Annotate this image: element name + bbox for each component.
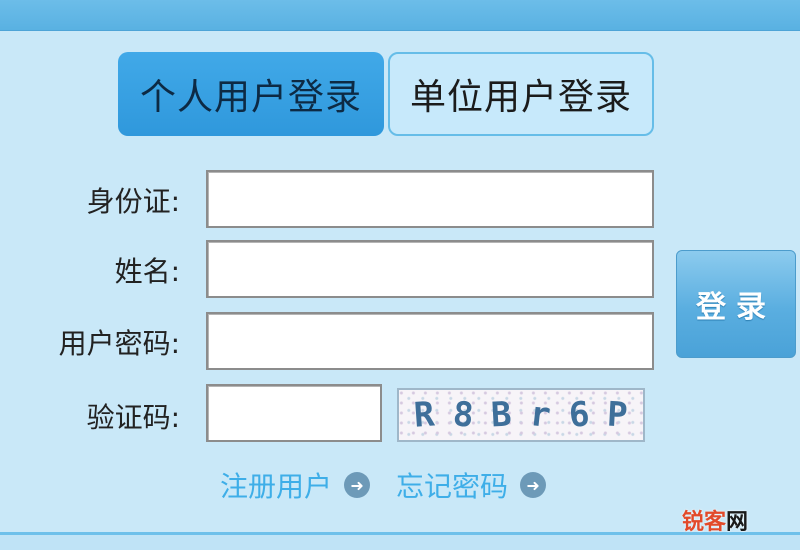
- forgot-password-link[interactable]: 忘记密码 ➜: [396, 465, 547, 505]
- login-button[interactable]: 登录: [676, 250, 796, 358]
- watermark-part-1: 锐客: [682, 510, 727, 535]
- name-label: 姓名:: [114, 255, 180, 288]
- tab-company-login[interactable]: 单位用户登录: [388, 52, 654, 136]
- captcha-char: 6: [566, 394, 591, 436]
- site-watermark: 锐客 网: [682, 505, 748, 535]
- captcha-char: r: [528, 394, 553, 436]
- name-input[interactable]: [206, 240, 654, 298]
- top-banner: [0, 0, 800, 31]
- circle-arrow-right-icon: ➜: [344, 472, 371, 498]
- id-card-label: 身份证:: [86, 185, 180, 218]
- login-button-label: 登录: [696, 290, 776, 325]
- forgot-password-link-label: 忘记密码: [396, 470, 509, 503]
- bottom-strip: [0, 535, 800, 550]
- password-label: 用户密码:: [58, 327, 180, 360]
- circle-arrow-right-icon: ➜: [520, 472, 547, 498]
- tab-personal-login-label: 个人用户登录: [139, 77, 362, 118]
- captcha-input[interactable]: [206, 384, 382, 442]
- captcha-char: R: [412, 394, 436, 436]
- captcha-image[interactable]: R 8 B r 6 P: [397, 388, 645, 442]
- register-link-label: 注册用户: [220, 470, 333, 503]
- captcha-char: 8: [451, 394, 475, 436]
- captcha-char: B: [490, 394, 513, 436]
- id-card-input[interactable]: [206, 170, 654, 228]
- captcha-label: 验证码:: [86, 401, 180, 434]
- captcha-char: P: [606, 394, 629, 436]
- watermark-part-2: 网: [726, 510, 749, 535]
- tab-company-login-label: 单位用户登录: [409, 77, 632, 118]
- register-link[interactable]: 注册用户 ➜: [220, 465, 371, 505]
- tab-personal-login[interactable]: 个人用户登录: [118, 52, 384, 136]
- password-input[interactable]: [206, 312, 654, 370]
